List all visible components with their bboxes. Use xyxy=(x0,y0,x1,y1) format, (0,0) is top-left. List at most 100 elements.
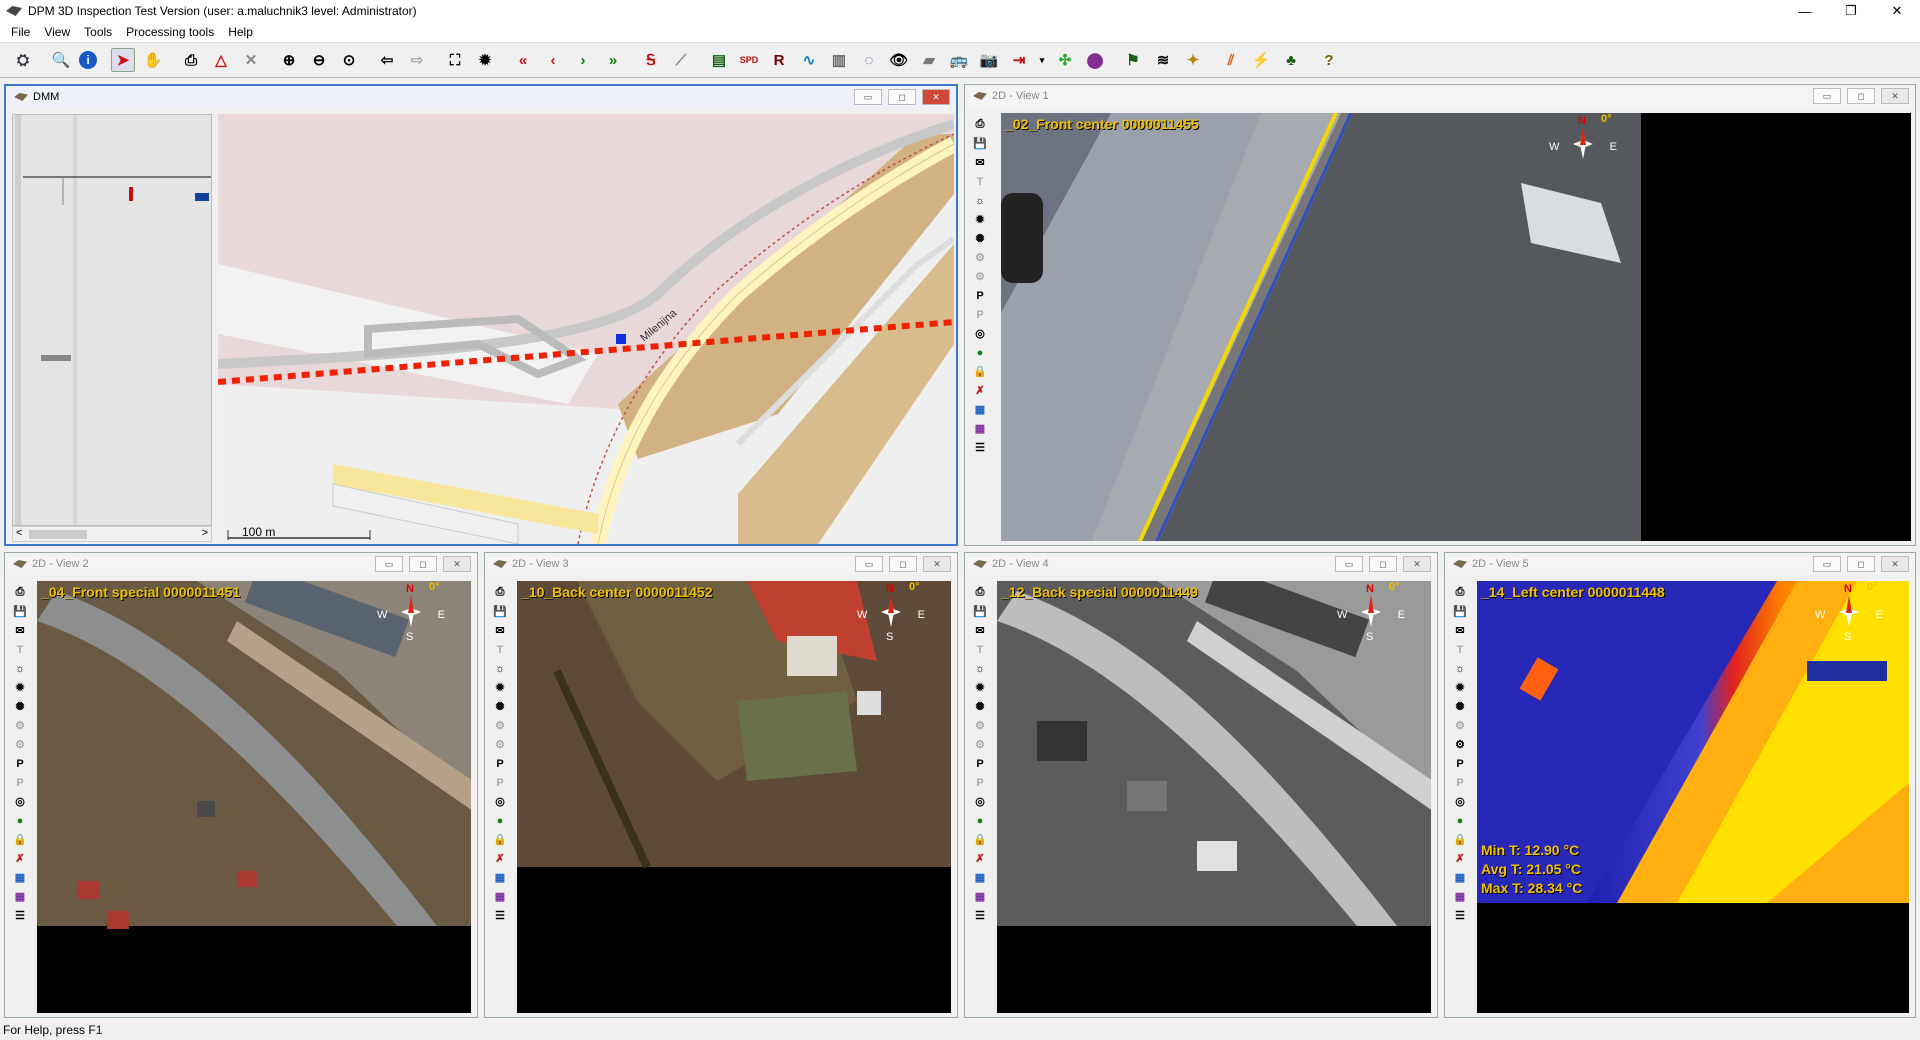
cross-icon[interactable]: ✕ xyxy=(239,48,263,72)
stamp-icon[interactable]: ▰ xyxy=(917,48,941,72)
spd-icon[interactable]: SPD xyxy=(737,48,761,72)
contrast-icon[interactable]: ✺ xyxy=(971,697,989,716)
settings-icon[interactable]: ⚙ xyxy=(971,267,989,286)
measure-icon[interactable]: ✗ xyxy=(971,849,989,868)
list-icon[interactable]: ☰ xyxy=(491,906,509,925)
pin-icon[interactable]: ● xyxy=(971,343,989,362)
filter-icon[interactable]: ⚙ xyxy=(491,716,509,735)
view3-close-button[interactable]: ✕ xyxy=(923,556,951,572)
grid-color-icon[interactable]: ▦ xyxy=(11,887,29,906)
settings-icon[interactable]: ⚙ xyxy=(11,735,29,754)
contrast-icon[interactable]: ✺ xyxy=(971,229,989,248)
forward-icon[interactable]: ⇨ xyxy=(405,48,429,72)
pan-hand-icon[interactable]: ✋ xyxy=(141,48,165,72)
save-icon[interactable]: 💾 xyxy=(971,134,989,153)
dmm-maximize-button[interactable]: ◻ xyxy=(888,89,916,105)
settings-icon[interactable]: ⚙ xyxy=(1451,735,1469,754)
lock-icon[interactable]: 🔒 xyxy=(11,830,29,849)
first-icon[interactable]: « xyxy=(511,48,535,72)
vehicle-icon[interactable]: 🚌 xyxy=(947,48,971,72)
point-icon[interactable]: P xyxy=(971,286,989,305)
lock-icon[interactable]: 🔒 xyxy=(1451,830,1469,849)
target-icon[interactable]: ◎ xyxy=(971,324,989,343)
measure-icon[interactable]: ✗ xyxy=(1451,849,1469,868)
brightness-up-icon[interactable]: ☼ xyxy=(491,659,509,678)
grid-color-icon[interactable]: ▦ xyxy=(491,887,509,906)
back-icon[interactable]: ⇦ xyxy=(375,48,399,72)
info-icon[interactable]: i xyxy=(79,51,97,69)
brightness-up-icon[interactable]: ☼ xyxy=(971,191,989,210)
hazard-icon[interactable]: ⚡ xyxy=(1249,48,1273,72)
map-view[interactable]: Milenijna 100 m xyxy=(218,114,954,544)
mail-icon[interactable]: ✉ xyxy=(971,621,989,640)
contrast-icon[interactable]: ✺ xyxy=(491,697,509,716)
open-map-icon[interactable]: ⛭ xyxy=(11,48,35,72)
view1-maximize-button[interactable]: ◻ xyxy=(1847,88,1875,104)
grid-icon[interactable]: ▦ xyxy=(1451,868,1469,887)
grid-icon[interactable]: ▦ xyxy=(971,400,989,419)
pin-icon[interactable]: ● xyxy=(971,811,989,830)
contrast-icon[interactable]: ✺ xyxy=(11,697,29,716)
last-icon[interactable]: » xyxy=(601,48,625,72)
view4-close-button[interactable]: ✕ xyxy=(1403,556,1431,572)
grid-color-icon[interactable]: ▦ xyxy=(971,887,989,906)
filter-icon[interactable]: ⚙ xyxy=(11,716,29,735)
rainbow-icon[interactable]: ⫽ xyxy=(1219,48,1243,72)
list-icon[interactable]: ☰ xyxy=(971,906,989,925)
view2-maximize-button[interactable]: ◻ xyxy=(409,556,437,572)
text-icon[interactable]: T xyxy=(971,172,989,191)
scrollbar-thumb[interactable] xyxy=(29,530,87,539)
full-extent-icon[interactable]: ⛶ xyxy=(443,48,467,72)
route-icon[interactable]: Ꭶ xyxy=(639,48,663,72)
dmm-overview-scrollbar[interactable]: < > xyxy=(12,526,212,542)
print-icon[interactable]: ⎙ xyxy=(179,48,203,72)
view5-image[interactable]: _14_Left center 0000011448 N W E S 0° Mi… xyxy=(1477,581,1909,1013)
grid-icon[interactable]: ▦ xyxy=(11,868,29,887)
tower-icon[interactable]: ▥ xyxy=(827,48,851,72)
brightness-icon[interactable]: ✹ xyxy=(971,678,989,697)
menu-help[interactable]: Help xyxy=(221,25,260,39)
brightness-up-icon[interactable]: ☼ xyxy=(971,659,989,678)
zoom-in-icon[interactable]: ⊕ xyxy=(277,48,301,72)
target-icon[interactable]: ◎ xyxy=(491,792,509,811)
save-icon[interactable]: 💾 xyxy=(971,602,989,621)
view2-close-button[interactable]: ✕ xyxy=(443,556,471,572)
dropdown-icon[interactable]: ▾ xyxy=(1037,48,1047,72)
grid-icon[interactable]: ▦ xyxy=(971,868,989,887)
select-arrow-icon[interactable]: ➤ xyxy=(111,48,135,72)
px-icon[interactable]: P xyxy=(971,305,989,324)
minimize-button[interactable]: — xyxy=(1782,0,1828,22)
lock-icon[interactable]: 🔒 xyxy=(971,830,989,849)
map-flag-icon[interactable]: ⚑ xyxy=(1121,48,1145,72)
print-icon[interactable]: ⎙ xyxy=(971,583,989,602)
view2-minimize-button[interactable]: ▭ xyxy=(375,556,403,572)
brightness-icon[interactable]: ✹ xyxy=(971,210,989,229)
menu-processing-tools[interactable]: Processing tools xyxy=(119,25,221,39)
layer-icon[interactable]: ⬤ xyxy=(1083,48,1107,72)
filter-icon[interactable]: ⚙ xyxy=(1451,716,1469,735)
lasso-icon[interactable]: ◌ xyxy=(857,48,881,72)
measure-triangle-icon[interactable]: △ xyxy=(209,48,233,72)
mail-icon[interactable]: ✉ xyxy=(491,621,509,640)
pin-icon[interactable]: ● xyxy=(1451,811,1469,830)
zoom-fit-icon[interactable]: ⊙ xyxy=(337,48,361,72)
mail-icon[interactable]: ✉ xyxy=(11,621,29,640)
view4-minimize-button[interactable]: ▭ xyxy=(1335,556,1363,572)
text-icon[interactable]: T xyxy=(971,640,989,659)
grid-color-icon[interactable]: ▦ xyxy=(1451,887,1469,906)
view2-image[interactable]: _04_Front special 0000011451 N W E S 0° xyxy=(37,581,471,1013)
print-icon[interactable]: ⎙ xyxy=(491,583,509,602)
vegetation-icon[interactable]: ✣ xyxy=(1053,48,1077,72)
contrast-icon[interactable]: ✺ xyxy=(1451,697,1469,716)
next-icon[interactable]: › xyxy=(571,48,595,72)
scroll-left-button[interactable]: < xyxy=(16,527,22,539)
print-icon[interactable]: ⎙ xyxy=(11,583,29,602)
text-icon[interactable]: T xyxy=(11,640,29,659)
text-icon[interactable]: T xyxy=(1451,640,1469,659)
wand-icon[interactable]: ✦ xyxy=(1181,48,1205,72)
save-icon[interactable]: 💾 xyxy=(491,602,509,621)
point-icon[interactable]: P xyxy=(1451,754,1469,773)
report-icon[interactable]: R xyxy=(767,48,791,72)
menu-file[interactable]: File xyxy=(4,25,37,39)
profile-icon[interactable]: ▤ xyxy=(707,48,731,72)
